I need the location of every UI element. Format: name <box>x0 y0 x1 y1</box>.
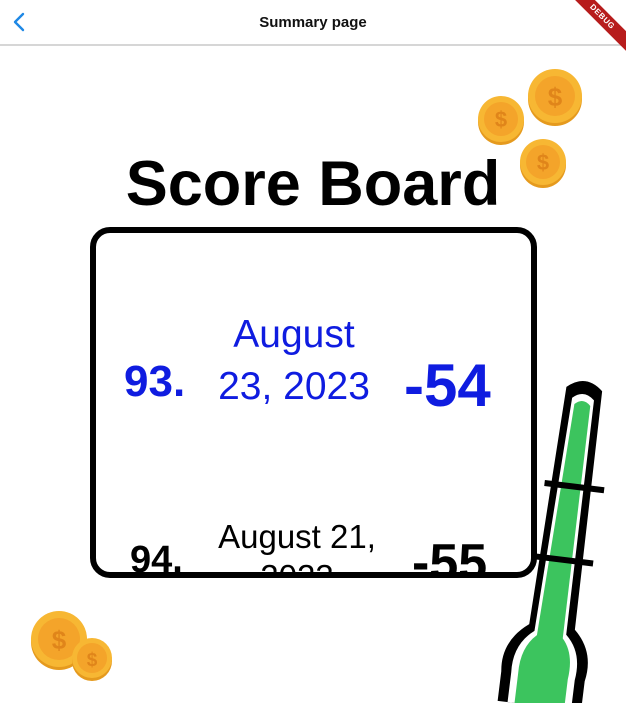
entry-rank: 93. <box>124 357 186 406</box>
entry-date: 2023 <box>204 233 404 237</box>
app-bar: Summary page DEBUG <box>0 0 626 58</box>
entry-date: August 21, 2023 <box>218 518 376 578</box>
thermometer-icon <box>497 381 605 703</box>
coin-icon: $ <box>520 139 566 188</box>
coin-icon: $ <box>528 69 582 126</box>
svg-text:$: $ <box>87 650 98 671</box>
coin-icon: $ <box>72 638 112 681</box>
page-title: Summary page <box>259 14 367 31</box>
svg-text:$: $ <box>537 150 549 175</box>
entry-score: -55 <box>412 534 488 578</box>
scoreboard-list[interactable]: 2023 93. August 23, 2023 -54 94. August … <box>90 227 537 578</box>
svg-text:$: $ <box>548 82 563 112</box>
svg-text:$: $ <box>495 107 507 132</box>
entry-rank: 94. <box>130 539 183 578</box>
entry-date: August 23, 2023 <box>218 313 370 408</box>
svg-text:$: $ <box>52 625 67 655</box>
